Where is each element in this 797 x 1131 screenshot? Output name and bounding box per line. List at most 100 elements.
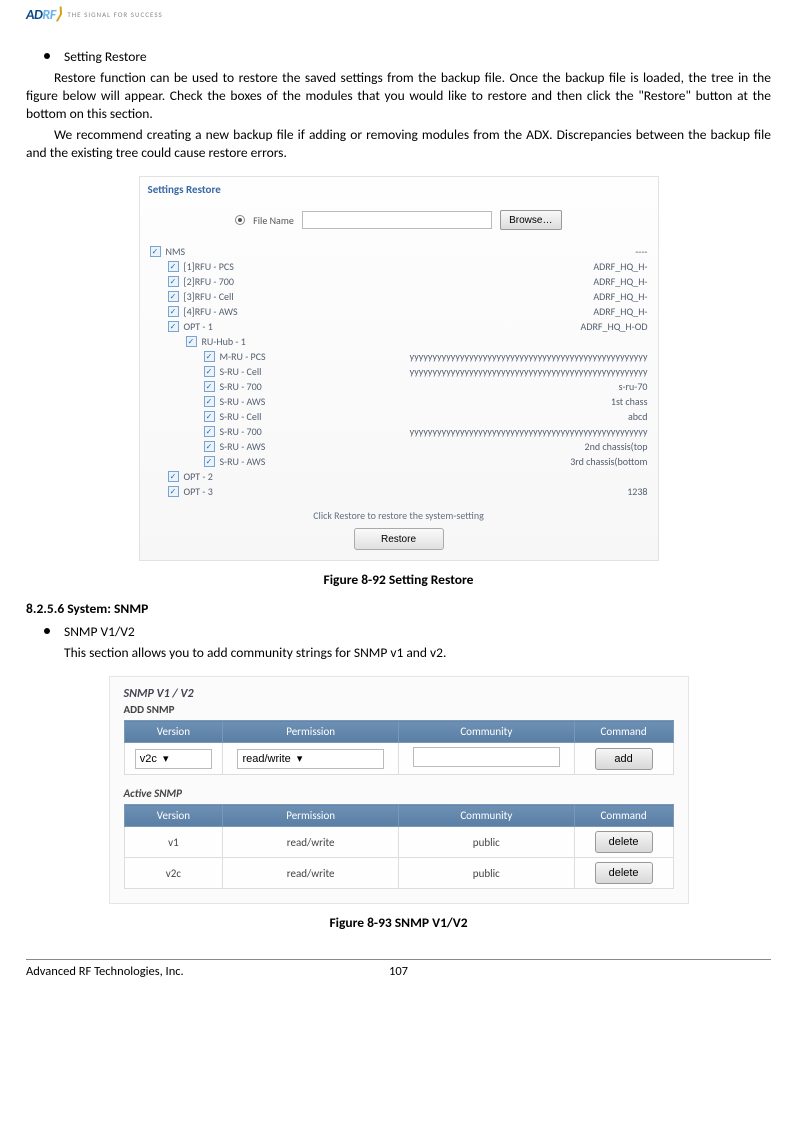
- checkbox[interactable]: ✓: [168, 471, 179, 482]
- add-snmp-label: ADD SNMP: [124, 703, 674, 716]
- bullet-setting-restore: Setting Restore: [44, 48, 771, 65]
- checkbox[interactable]: ✓: [168, 321, 179, 332]
- tagline: THE SIGNAL FOR SUCCESS: [67, 10, 162, 19]
- cell-version: v1: [124, 827, 223, 858]
- footer: Advanced RF Technologies, Inc. 107 Advan…: [26, 964, 771, 999]
- tree-label: S-RU - Cell: [220, 365, 262, 378]
- cell-community: public: [398, 858, 574, 889]
- delete-button[interactable]: delete: [595, 831, 653, 853]
- bullet-text: Setting Restore: [64, 48, 147, 65]
- tree-label: S-RU - 700: [220, 380, 262, 393]
- cell-community: public: [398, 827, 574, 858]
- tree-row: ✓ RU-Hub - 1: [150, 334, 648, 349]
- bullet-text: SNMP V1/V2: [64, 623, 135, 640]
- tree-label: [3]RFU - Cell: [184, 290, 234, 303]
- tree-row: ✓ S-RU - 700 yyyyyyyyyyyyyyyyyyyyyyyyyyyyy…: [150, 424, 648, 439]
- tree-row: ✓ M-RU - PCS yyyyyyyyyyyyyyyyyyyyyyyyyyyyy…: [150, 349, 648, 364]
- figure-settings-restore: Settings Restore File Name Browse… ✓NMS-…: [139, 176, 659, 561]
- add-button[interactable]: add: [595, 748, 653, 770]
- file-input[interactable]: [302, 211, 492, 229]
- col-command: Command: [574, 805, 673, 827]
- community-input[interactable]: [413, 747, 559, 767]
- table-row: v2cread/writepublic delete: [124, 858, 673, 889]
- tree-row: ✓S-RU - AWS2nd chassis(top: [150, 439, 648, 454]
- tree-label: NMS: [166, 245, 186, 258]
- checkbox[interactable]: ✓: [204, 351, 215, 362]
- checkbox[interactable]: ✓: [168, 261, 179, 272]
- checkbox[interactable]: ✓: [204, 381, 215, 392]
- col-version: Version: [124, 805, 223, 827]
- checkbox[interactable]: ✓: [204, 396, 215, 407]
- checkbox[interactable]: ✓: [204, 366, 215, 377]
- paragraph-3: This section allows you to add community…: [64, 644, 771, 662]
- tree-label: S-RU - 700: [220, 425, 262, 438]
- tree-row: ✓NMS----: [150, 244, 648, 259]
- tree-value: s-ru-70: [619, 380, 648, 393]
- tree-row: ✓S-RU - Cellabcd: [150, 409, 648, 424]
- panel-title: Settings Restore: [140, 177, 658, 200]
- tree-label: M-RU - PCS: [220, 350, 266, 363]
- bullet-icon: [44, 628, 50, 634]
- permission-select[interactable]: read/write ▾: [237, 749, 383, 769]
- tree-value: 3rd chassis(bottom: [570, 455, 647, 468]
- bullet-snmp: SNMP V1/V2: [44, 623, 771, 640]
- header: ADRF⟩ THE SIGNAL FOR SUCCESS: [26, 0, 771, 34]
- cell-version: v2c: [124, 858, 223, 889]
- footer-page: 107: [389, 964, 408, 979]
- checkbox[interactable]: ✓: [150, 246, 161, 257]
- tree-value: yyyyyyyyyyyyyyyyyyyyyyyyyyyyyyyyyyyyyyyy…: [410, 425, 648, 438]
- active-snmp-table: Version Permission Community Command v1r…: [124, 804, 674, 889]
- checkbox[interactable]: ✓: [168, 486, 179, 497]
- tree-value: ADRF_HQ_H-: [593, 260, 647, 273]
- tree-label: RU-Hub - 1: [202, 335, 246, 348]
- tree-row: ✓OPT - 1ADRF_HQ_H-OD: [150, 319, 648, 334]
- col-permission: Permission: [223, 721, 399, 743]
- tree-row: ✓ S-RU - AWS 3rd chassis(bottom: [150, 454, 648, 469]
- tree-label: S-RU - AWS: [220, 455, 266, 468]
- tree-row: ✓ S-RU - 700 s-ru-70: [150, 379, 648, 394]
- tree-row: ✓ OPT - 3 1238: [150, 484, 648, 499]
- checkbox[interactable]: ✓: [204, 441, 215, 452]
- col-version: Version: [124, 721, 223, 743]
- logo: ADRF⟩: [26, 4, 61, 24]
- restore-hint: Click Restore to restore the system-sett…: [140, 499, 658, 528]
- tree-label: OPT - 2: [184, 470, 213, 483]
- checkbox[interactable]: ✓: [168, 306, 179, 317]
- tree-label: [1]RFU - PCS: [184, 260, 234, 273]
- tree-value: 1238: [627, 485, 647, 498]
- cell-permission: read/write: [223, 858, 399, 889]
- restore-tree: ✓NMS----✓[1]RFU - PCSADRF_HQ_H-✓[2]RFU -…: [140, 244, 658, 499]
- tree-row: ✓[4]RFU - AWSADRF_HQ_H-: [150, 304, 648, 319]
- tree-label: OPT - 3: [184, 485, 213, 498]
- delete-button[interactable]: delete: [595, 862, 653, 884]
- col-community: Community: [398, 721, 574, 743]
- tree-value: yyyyyyyyyyyyyyyyyyyyyyyyyyyyyyyyyyyyyyyy…: [410, 365, 648, 378]
- col-permission: Permission: [223, 805, 399, 827]
- radio-file[interactable]: [235, 215, 245, 225]
- checkbox[interactable]: ✓: [168, 291, 179, 302]
- tree-value: 1st chass: [611, 395, 648, 408]
- figure-caption-1: Figure 8-92 Setting Restore: [26, 571, 771, 588]
- tree-row: ✓ S-RU - Cell yyyyyyyyyyyyyyyyyyyyyyyyyyyy…: [150, 364, 648, 379]
- cell-permission: read/write: [223, 827, 399, 858]
- tree-value: yyyyyyyyyyyyyyyyyyyyyyyyyyyyyyyyyyyyyyyy…: [410, 350, 648, 363]
- tree-label: [2]RFU - 700: [184, 275, 234, 288]
- tree-row: ✓S-RU - AWS1st chass: [150, 394, 648, 409]
- table-row: v1read/writepublic delete: [124, 827, 673, 858]
- add-snmp-table: Version Permission Community Command v2c…: [124, 720, 674, 775]
- footer-company: Advanced RF Technologies, Inc.: [26, 964, 184, 979]
- restore-button[interactable]: Restore: [354, 528, 444, 550]
- active-snmp-label: Active SNMP: [124, 787, 674, 800]
- tree-value: ADRF_HQ_H-: [593, 275, 647, 288]
- checkbox[interactable]: ✓: [186, 336, 197, 347]
- checkbox[interactable]: ✓: [204, 411, 215, 422]
- figure-caption-2: Figure 8-93 SNMP V1/V2: [26, 914, 771, 931]
- version-select[interactable]: v2c ▾: [135, 749, 212, 769]
- browse-button[interactable]: Browse…: [500, 210, 562, 230]
- checkbox[interactable]: ✓: [204, 456, 215, 467]
- snmp-title: SNMP V1 / V2: [124, 687, 674, 701]
- checkbox[interactable]: ✓: [204, 426, 215, 437]
- col-community: Community: [398, 805, 574, 827]
- paragraph-2: We recommend creating a new backup file …: [26, 126, 771, 162]
- checkbox[interactable]: ✓: [168, 276, 179, 287]
